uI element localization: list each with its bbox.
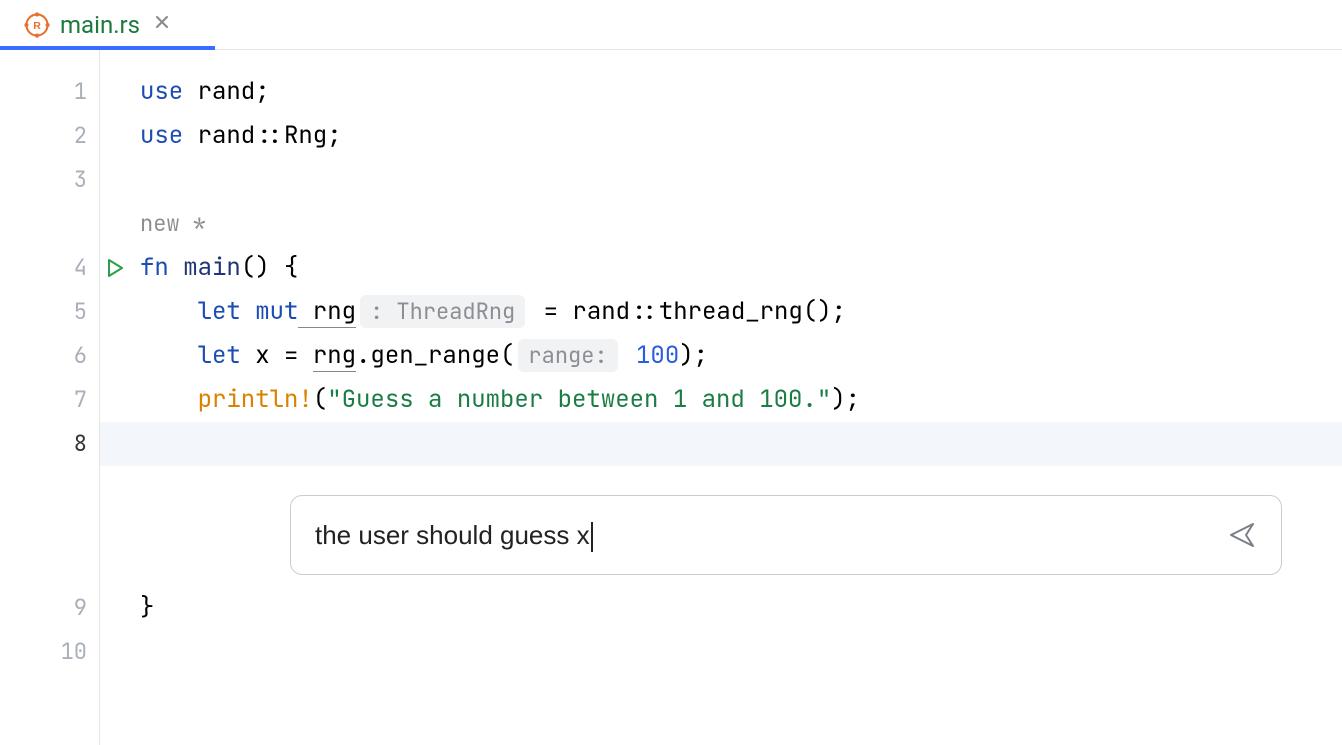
line-number[interactable]: 8 — [0, 422, 99, 466]
code-text: () { — [241, 252, 299, 283]
code-line[interactable]: } — [140, 586, 1342, 630]
variable: rng — [313, 340, 356, 372]
code-line[interactable] — [140, 158, 1342, 202]
svg-text:R: R — [33, 20, 41, 32]
keyword: use — [140, 120, 183, 151]
line-number[interactable]: 4 — [0, 246, 99, 290]
ai-prompt-input[interactable]: the user should guess x — [315, 513, 1227, 557]
line-number[interactable]: 2 — [0, 114, 99, 158]
code-line[interactable]: let mut rng: ThreadRng = rand::thread_rn… — [140, 290, 1342, 334]
code-lens-text: new * — [140, 209, 206, 238]
variable: rng — [298, 296, 356, 328]
code-text: } — [140, 592, 154, 623]
code-line[interactable]: println!("Guess a number between 1 and 1… — [140, 378, 1342, 422]
inlay-hint: : ThreadRng — [360, 295, 525, 328]
line-number[interactable]: 5 — [0, 290, 99, 334]
send-icon[interactable] — [1227, 520, 1257, 550]
code-line[interactable]: let x = rng.gen_range(range: 100); — [140, 334, 1342, 378]
text-cursor — [591, 522, 593, 552]
code-line[interactable]: use rand; — [140, 70, 1342, 114]
keyword: let — [140, 340, 241, 371]
code-line[interactable]: use rand::Rng; — [140, 114, 1342, 158]
gutter-spacer — [0, 466, 99, 586]
ai-prompt-container: the user should guess x — [290, 495, 1282, 575]
line-number[interactable]: 9 — [0, 586, 99, 630]
code-line-current[interactable] — [100, 422, 1342, 466]
code-text: x = — [241, 340, 313, 371]
ai-prompt-box[interactable]: the user should guess x — [290, 495, 1282, 575]
line-number[interactable]: 10 — [0, 630, 99, 674]
code-text: = rand::thread_rng(); — [529, 296, 846, 327]
gutter: 1 2 3 4 5 6 7 8 9 10 — [0, 50, 100, 745]
file-tab[interactable]: R main.rs — [0, 0, 192, 49]
code-lens[interactable]: new * — [140, 202, 1342, 246]
keyword: fn — [140, 252, 169, 283]
code-text: ); — [679, 340, 708, 371]
macro: println! — [140, 384, 313, 415]
code-line[interactable]: fn main() { — [140, 246, 1342, 290]
code-text: rand; — [183, 76, 269, 107]
function-name: main — [169, 252, 241, 283]
code-text: ( — [313, 384, 327, 415]
editor: 1 2 3 4 5 6 7 8 9 10 use rand; use rand:… — [0, 50, 1342, 745]
line-number[interactable] — [0, 202, 99, 246]
line-number[interactable]: 1 — [0, 70, 99, 114]
inlay-hint: range: — [518, 339, 617, 372]
close-tab-button[interactable] — [150, 10, 174, 39]
code-text: ); — [831, 384, 860, 415]
string-literal: "Guess a number between 1 and 100." — [327, 384, 831, 415]
code-text: rand::Rng; — [183, 120, 341, 151]
line-number[interactable]: 7 — [0, 378, 99, 422]
keyword: let mut — [140, 296, 298, 327]
app-root: R main.rs 1 2 3 4 5 6 7 — [0, 0, 1342, 745]
keyword: use — [140, 76, 183, 107]
tab-filename: main.rs — [60, 11, 140, 39]
code-line[interactable] — [140, 630, 1342, 674]
rust-icon: R — [24, 12, 50, 38]
code-text: .gen_range( — [356, 340, 514, 371]
code-area[interactable]: use rand; use rand::Rng; new * fn main()… — [100, 50, 1342, 745]
line-number[interactable]: 3 — [0, 158, 99, 202]
tab-bar: R main.rs — [0, 0, 1342, 50]
number-literal: 100 — [622, 340, 680, 371]
ai-prompt-text: the user should guess x — [315, 520, 590, 550]
line-number[interactable]: 6 — [0, 334, 99, 378]
line-number-text: 4 — [74, 246, 87, 290]
